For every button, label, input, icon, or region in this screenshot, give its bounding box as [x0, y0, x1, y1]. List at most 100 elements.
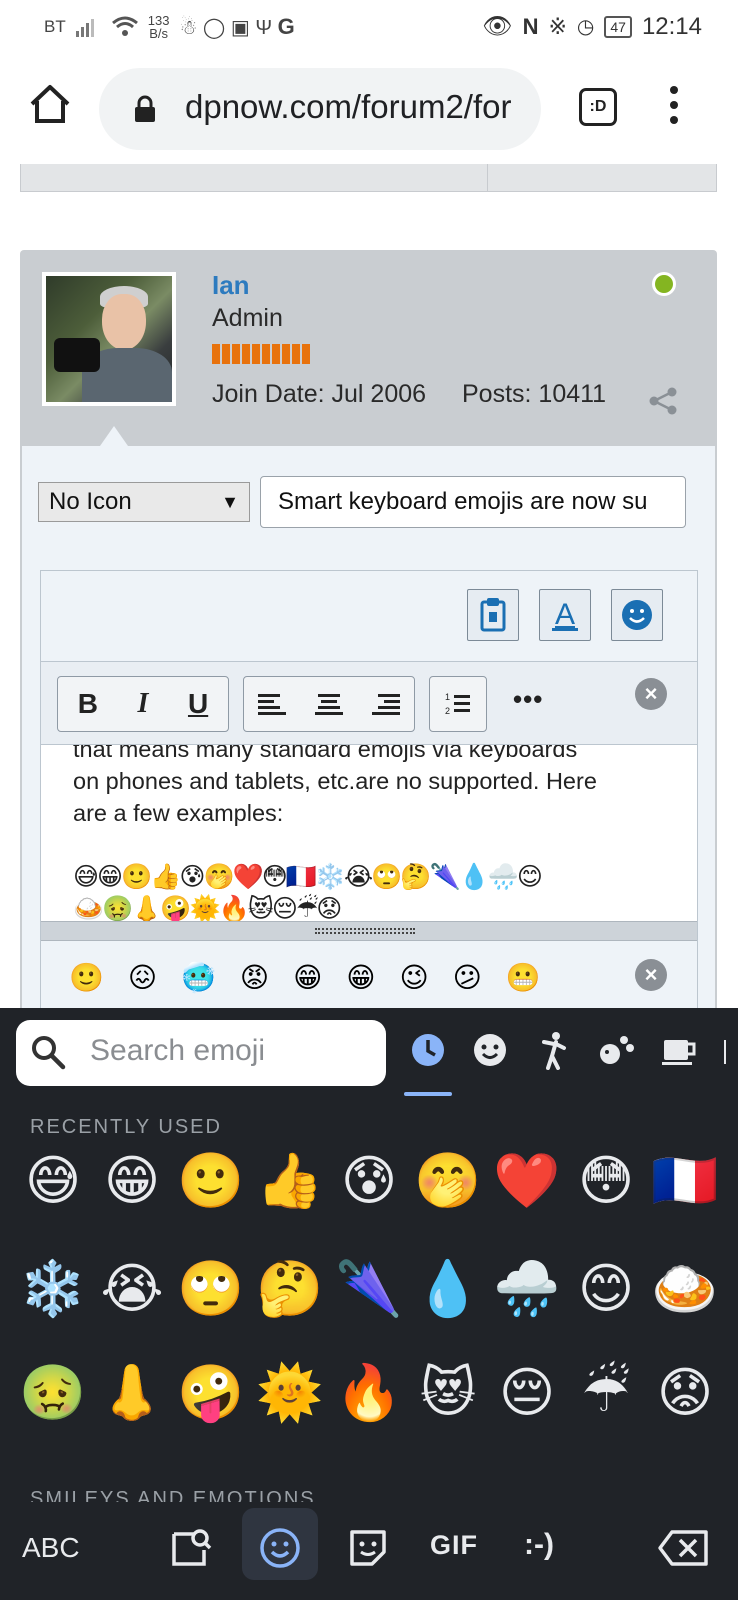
avatar[interactable]: [42, 272, 176, 406]
emoji-key[interactable]: 🤔: [251, 1254, 329, 1324]
url-text: dpnow.com/forum2/for: [185, 88, 512, 125]
ordered-list-button[interactable]: 12: [429, 676, 487, 732]
text-style-group: B I U: [57, 676, 229, 732]
abc-key[interactable]: ABC: [22, 1532, 80, 1564]
emoji-key[interactable]: 👍: [251, 1146, 329, 1216]
net-speed: 133 B/s: [148, 14, 170, 40]
sticker-icon[interactable]: [344, 1524, 392, 1572]
emoji-key[interactable]: 🙄: [172, 1254, 250, 1324]
overflow-menu-icon[interactable]: [668, 86, 680, 128]
emoji-key[interactable]: 😟: [646, 1358, 724, 1428]
svg-text:2: 2: [445, 706, 450, 716]
emoji-key[interactable]: 🌞: [251, 1358, 329, 1428]
emoji-key[interactable]: 💧: [409, 1254, 487, 1324]
carrier-label: BT: [44, 17, 66, 36]
food-category-icon[interactable]: [660, 1030, 700, 1070]
emoji-key[interactable]: 👃: [93, 1358, 171, 1428]
more-categories-icon[interactable]: [724, 1040, 726, 1064]
emoji-key[interactable]: 😻: [409, 1358, 487, 1428]
ordered-list-icon: 12: [445, 692, 470, 716]
sticker-search-icon[interactable]: [168, 1524, 216, 1572]
smileys-category-icon[interactable]: [470, 1030, 510, 1070]
emoji-key[interactable]: ❄️: [14, 1254, 92, 1324]
user-role: Admin: [212, 304, 283, 332]
eye-icon: 👁: [482, 13, 513, 40]
emoji-key[interactable]: 😳: [567, 1146, 645, 1216]
emoji-keyboard: Search emoji RECENTLY USED 😅 😁 🙂 👍 😰 🤭 ❤…: [0, 1008, 738, 1600]
animals-category-icon[interactable]: [596, 1030, 636, 1070]
online-status-icon: [652, 272, 676, 296]
username-link[interactable]: Ian: [212, 270, 250, 301]
emoji-key[interactable]: 😅: [14, 1146, 92, 1216]
close-toolbar-icon[interactable]: ×: [635, 678, 667, 710]
gif-key[interactable]: GIF: [430, 1530, 478, 1561]
browser-toolbar: dpnow.com/forum2/for :D: [0, 52, 738, 164]
underline-button[interactable]: U: [188, 688, 208, 720]
emoji-key[interactable]: 😔: [488, 1358, 566, 1428]
editor-resize-handle[interactable]: [41, 921, 697, 941]
nfc-icon: N: [522, 13, 539, 39]
recent-clock-icon[interactable]: [408, 1030, 448, 1070]
people-category-icon[interactable]: [534, 1030, 574, 1070]
post-card: Ian Admin Join Date: Jul 2006 Posts: 104…: [20, 250, 717, 1008]
clock: 12:14: [641, 12, 702, 40]
text-color-icon[interactable]: A: [539, 589, 591, 641]
body-line-2: on phones and tablets, etc.are no suppor…: [73, 768, 597, 794]
previous-post-box: [20, 164, 717, 192]
tab-switcher-button[interactable]: :D: [579, 88, 617, 126]
bold-button[interactable]: B: [78, 688, 98, 720]
emoji-key[interactable]: ☔: [567, 1358, 645, 1428]
backspace-icon[interactable]: [656, 1524, 712, 1572]
emoji-key[interactable]: 😁: [93, 1146, 171, 1216]
emoji-key[interactable]: 😭: [93, 1254, 171, 1324]
emoticon-key[interactable]: :-): [524, 1528, 554, 1562]
post-icon-select-value: No Icon: [49, 488, 132, 515]
body-emoji-line-1: 😅😁🙂👍😰🤭❤️😳🇫🇷❄️😭🙄🤔🌂💧🌧️😊: [73, 863, 543, 891]
reply-editor-pane: No Icon ▼ Smart keyboard emojis are now …: [22, 446, 715, 1008]
paste-icon[interactable]: [467, 589, 519, 641]
search-icon: [32, 1036, 66, 1070]
emoji-key[interactable]: 🔥: [330, 1358, 408, 1428]
italic-button[interactable]: I: [138, 688, 149, 720]
emoji-key[interactable]: 😰: [330, 1146, 408, 1216]
emoji-key[interactable]: 🍛: [646, 1254, 724, 1324]
smiley-strip: 🙂😖🥶😡😁😁😉😕😬 ×: [41, 943, 697, 1008]
emoji-key[interactable]: 🌧️: [488, 1254, 566, 1324]
emoji-key[interactable]: 😊: [567, 1254, 645, 1324]
share-icon[interactable]: [648, 386, 678, 416]
speed-icon: ◷: [576, 16, 595, 38]
emoji-key[interactable]: 🇫🇷: [646, 1146, 724, 1216]
emoji-key-icon[interactable]: [256, 1524, 304, 1572]
alignment-group: [243, 676, 415, 732]
more-options-button[interactable]: •••: [513, 684, 543, 715]
editor-text-area[interactable]: that means many standard emojis via keyb…: [41, 745, 697, 921]
emoji-key[interactable]: 🙂: [172, 1146, 250, 1216]
status-right: 👁 N ※ ◷ 47 12:14: [482, 12, 702, 41]
emoji-key[interactable]: 🤪: [172, 1358, 250, 1428]
emoji-key[interactable]: 🤢: [14, 1358, 92, 1428]
formatting-toolbar: B I U 12 ••• ×: [41, 661, 697, 745]
post-count: Posts: 10411: [462, 380, 607, 408]
emoji-key[interactable]: 🤭: [409, 1146, 487, 1216]
align-left-icon[interactable]: [258, 692, 287, 716]
home-icon[interactable]: [28, 82, 72, 126]
emoji-search-input[interactable]: Search emoji: [16, 1020, 386, 1086]
smiley-strip-faces[interactable]: 🙂😖🥶😡😁😁😉😕😬: [69, 961, 565, 994]
align-right-icon[interactable]: [371, 692, 400, 716]
close-smiley-strip-icon[interactable]: ×: [635, 959, 667, 991]
wifi-icon: [111, 16, 138, 36]
emoji-key[interactable]: ❤️: [488, 1146, 566, 1216]
dropdown-arrow-icon: ▼: [221, 492, 239, 512]
post-icon-select[interactable]: No Icon ▼: [38, 482, 250, 522]
bluetooth-icon: ※: [548, 13, 567, 39]
svg-text:A: A: [555, 598, 575, 631]
post-title-input[interactable]: Smart keyboard emojis are now su: [260, 476, 686, 528]
smiley-picker-icon[interactable]: [611, 589, 663, 641]
body-line-1: that means many standard emojis via keyb…: [73, 745, 578, 762]
status-left: BT 133 B/s ☃ ◯ ▣ Ψ G: [44, 14, 295, 40]
align-center-icon[interactable]: [314, 692, 343, 716]
status-bar: BT 133 B/s ☃ ◯ ▣ Ψ G 👁 N ※ ◷ 47 12:14: [0, 0, 738, 52]
address-bar[interactable]: dpnow.com/forum2/for: [99, 68, 541, 150]
body-emoji-line-2: 🍛🤢👃🤪🌞🔥😻😔☔😟: [73, 895, 342, 921]
emoji-key[interactable]: 🌂: [330, 1254, 408, 1324]
